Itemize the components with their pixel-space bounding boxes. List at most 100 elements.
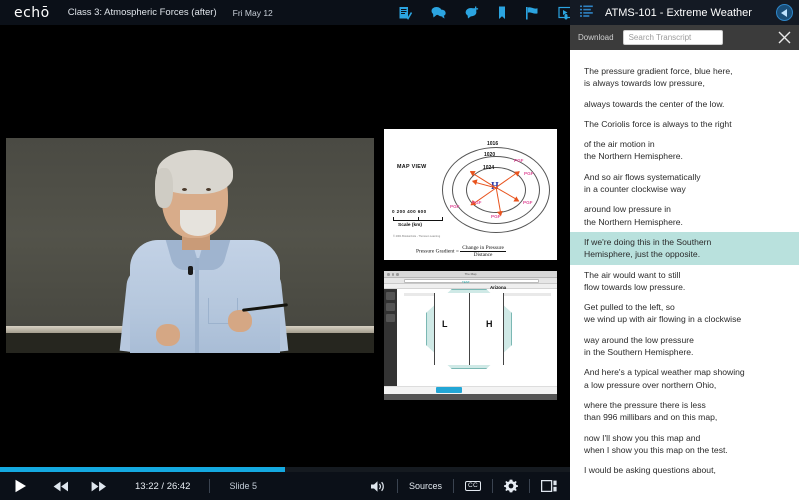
fast-forward-button[interactable]: [91, 481, 107, 492]
transcript-paragraph[interactable]: Get pulled to the left, so we wind up wi…: [570, 297, 799, 330]
transcript-paragraph[interactable]: now I'll show you this map and when I sh…: [570, 428, 799, 461]
slide-credit: © 2001 Brooks/Cole - Thomson Learning: [393, 235, 441, 238]
lecturer-eye-left: [182, 188, 187, 191]
video-area: MAP VIEW 1016 1020 1024 H PGF PGF: [0, 25, 570, 462]
browser-screenshot-slide: The Map TEST L H Arizona: [384, 271, 557, 400]
slide-thumbnail-2[interactable]: The Map TEST L H Arizona: [381, 269, 560, 406]
layout-icon[interactable]: [541, 480, 557, 492]
window-minimize-dot: [391, 273, 394, 276]
browser-title-bar: The Map: [384, 271, 557, 278]
transcript-paragraph[interactable]: And so air flows systematically in a cou…: [570, 167, 799, 200]
lecturer: [119, 148, 289, 353]
class-date: Fri May 12: [232, 7, 273, 18]
bookmark-icon[interactable]: [498, 6, 506, 20]
top-toolbar: [398, 0, 574, 25]
formula-numerator: Change in Pressure: [460, 245, 506, 252]
transcript-body[interactable]: The pressure gradient force, blue here, …: [570, 50, 799, 500]
transcript-paragraph[interactable]: And here's a typical weather map showing…: [570, 362, 799, 395]
window-zoom-dot: [396, 273, 399, 276]
transcript-paragraph[interactable]: I would be asking questions about,: [570, 460, 799, 480]
transcript-header: ATMS-101 - Extreme Weather: [570, 0, 799, 25]
pgf-label-5: PGF: [472, 200, 482, 205]
formula-denominator: Distance: [473, 252, 493, 258]
control-divider-2: [396, 479, 398, 493]
transcript-paragraph[interactable]: around low pressure in the Northern Hemi…: [570, 199, 799, 232]
gear-icon[interactable]: [504, 479, 518, 493]
side-tool-2: [386, 303, 395, 311]
isobar-label-1016: 1016: [487, 141, 499, 147]
octagon-center-line: [469, 293, 470, 365]
lecture-video[interactable]: [6, 138, 374, 353]
slide-thumbnails: MAP VIEW 1016 1020 1024 H PGF PGF: [381, 126, 560, 408]
play-button[interactable]: [14, 479, 27, 493]
control-divider-4: [492, 479, 493, 493]
high-pressure-label: H: [486, 319, 493, 329]
slide2-top-label: TEST: [462, 280, 470, 284]
low-pressure-label: L: [442, 319, 448, 329]
pgf-label-1: PGF: [514, 158, 524, 163]
browser-cta-button: [436, 387, 462, 393]
slide-indicator[interactable]: Slide 5: [229, 481, 257, 491]
isobar-label-1020: 1020: [484, 152, 496, 158]
pgf-label-2: PGF: [524, 171, 534, 176]
download-link[interactable]: Download: [578, 33, 614, 42]
control-divider-5: [529, 479, 530, 493]
scale-label: Scale (km): [398, 223, 422, 228]
add-comment-icon[interactable]: [465, 6, 479, 19]
control-divider-3: [453, 479, 454, 493]
flag-icon[interactable]: [525, 6, 539, 20]
slide-thumbnail-1[interactable]: MAP VIEW 1016 1020 1024 H PGF PGF: [381, 126, 560, 267]
search-input[interactable]: [622, 30, 723, 45]
transcript-toolbar: Download: [570, 25, 799, 50]
rewind-button[interactable]: [53, 481, 69, 492]
region-label-arizona: Arizona: [490, 285, 507, 290]
pressure-gradient-diagram: MAP VIEW 1016 1020 1024 H PGF PGF: [384, 129, 557, 260]
window-close-dot: [387, 273, 390, 276]
side-tool-1: [386, 292, 395, 300]
map-view-label: MAP VIEW: [397, 164, 427, 170]
sources-button[interactable]: Sources: [409, 481, 442, 491]
echo-logo[interactable]: echō: [0, 5, 50, 21]
scale-numbers: 0 200 400 600: [392, 209, 427, 214]
lecturer-hair-side: [155, 168, 173, 208]
transcript-paragraph[interactable]: If we're doing this in the Southern Hemi…: [570, 231, 799, 265]
class-title: Class 3: Atmospheric Forces (after): [67, 7, 217, 18]
scale-tick-mid: [418, 217, 419, 221]
formula-left: Pressure Gradient =: [416, 248, 459, 255]
notes-icon[interactable]: [398, 6, 412, 20]
browser-footer: [384, 386, 557, 394]
transcript-title: ATMS-101 - Extreme Weather: [605, 6, 752, 19]
list-icon[interactable]: [580, 4, 593, 22]
url-input: [404, 279, 539, 283]
lecturer-eye-right: [206, 188, 211, 191]
pressure-gradient-formula: Pressure Gradient = Change in Pressure D…: [416, 245, 506, 258]
pgf-label-3: PGF: [523, 200, 533, 205]
discussion-icon[interactable]: [431, 6, 446, 19]
transcript-paragraph[interactable]: The air would want to still flow towards…: [570, 265, 799, 298]
pgf-label-6: PGF: [450, 204, 460, 209]
transcript-paragraph[interactable]: way around the low pressure in the South…: [570, 330, 799, 363]
browser-url-bar: [384, 278, 557, 284]
transcript-paragraph[interactable]: The Coriolis force is always to the righ…: [570, 114, 799, 134]
lapel-microphone: [188, 266, 193, 275]
cc-button[interactable]: CC: [465, 481, 481, 491]
playback-controls: 13:22 / 26:42 Slide 5 Sources CC: [0, 472, 570, 500]
browser-side-toolbar: [384, 289, 397, 386]
transcript-paragraph[interactable]: where the pressure there is less than 99…: [570, 395, 799, 428]
lecturer-right-hand: [228, 310, 252, 332]
time-display: 13:22 / 26:42: [135, 480, 191, 492]
isobar-label-1024: 1024: [483, 165, 495, 171]
transcript-paragraph[interactable]: always towards the center of the low.: [570, 94, 799, 114]
volume-icon[interactable]: [370, 480, 386, 493]
close-icon[interactable]: [777, 30, 792, 45]
shirt-placket: [195, 258, 199, 353]
pgf-label-4: PGF: [491, 214, 501, 219]
browser-bottom-controls: [384, 394, 557, 400]
transcript-paragraph[interactable]: The pressure gradient force, blue here, …: [570, 61, 799, 94]
formula-fraction: Change in Pressure Distance: [460, 245, 506, 258]
back-arrow-icon[interactable]: [776, 4, 793, 21]
echo360-player: echō Class 3: Atmospheric Forces (after)…: [0, 0, 799, 500]
browser-window-title: The Map: [464, 272, 477, 276]
transcript-paragraph[interactable]: of the air motion in the Northern Hemisp…: [570, 134, 799, 167]
lecturer-left-hand: [156, 324, 180, 346]
